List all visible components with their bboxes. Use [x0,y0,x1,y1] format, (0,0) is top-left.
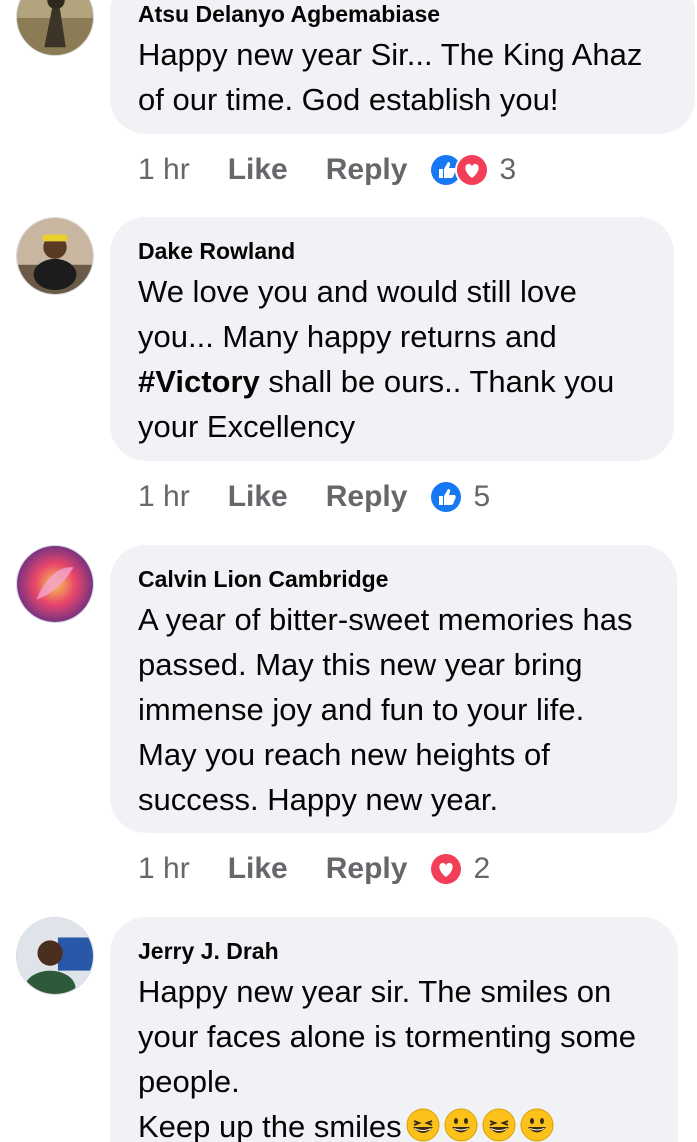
reply-button[interactable]: Reply [326,480,408,514]
reactions-summary[interactable]: 2 [429,852,490,886]
grinning-squinting-face-icon [406,1108,440,1142]
avatar[interactable] [16,217,94,295]
comment-bubble: Dake Rowland We love you and would still… [110,217,674,461]
reply-button[interactable]: Reply [326,852,408,886]
comment-author[interactable]: Calvin Lion Cambridge [138,565,651,593]
comment-bubble: Atsu Delanyo Agbemabiase Happy new year … [110,0,695,134]
comment-bubble: Jerry J. Drah Happy new year sir. The sm… [110,917,678,1142]
reaction-count: 3 [499,153,517,186]
comment-author[interactable]: Atsu Delanyo Agbemabiase [138,0,669,28]
comment-text-part: Keep up the smiles [138,1109,402,1142]
reaction-count: 5 [473,480,491,513]
love-reaction-icon [455,153,490,187]
reply-button[interactable]: Reply [326,153,408,187]
comment-bubble: Calvin Lion Cambridge A year of bitter-s… [110,545,677,833]
comments-thread: Atsu Delanyo Agbemabiase Happy new year … [0,0,697,1142]
like-button[interactable]: Like [228,480,288,514]
comment-text: Happy new year sir. The smiles on your f… [138,969,652,1142]
comment-text-line: Keep up the smiles [138,1104,652,1142]
comment-timestamp[interactable]: 1 hr [138,480,190,514]
comment-text-line: Happy new year sir. The smiles on your f… [138,974,636,1099]
hashtag-link[interactable]: #Victory [138,364,260,399]
comment-timestamp[interactable]: 1 hr [138,852,190,886]
comment-actions: 1 hr Like Reply 2 [138,849,490,889]
comment-actions: 1 hr Like Reply 5 [138,477,490,517]
grinning-face-icon [520,1108,554,1142]
reaction-count: 2 [473,852,491,885]
love-reaction-icon [429,852,464,886]
like-button[interactable]: Like [228,852,288,886]
reactions-summary[interactable]: 3 [429,153,516,187]
comment-text: A year of bitter-sweet memories has pass… [138,602,633,817]
like-button[interactable]: Like [228,153,288,187]
avatar[interactable] [16,545,94,623]
comment-author[interactable]: Jerry J. Drah [138,937,652,965]
comment-actions: 1 hr Like Reply 3 [138,150,516,190]
grinning-squinting-face-icon [482,1108,516,1142]
comment-author[interactable]: Dake Rowland [138,237,648,265]
comment-text: We love you and would still love you... … [138,269,648,449]
avatar[interactable] [16,0,94,56]
comment-text-part: We love you and would still love you... … [138,274,577,354]
comment-timestamp[interactable]: 1 hr [138,153,190,187]
grinning-face-icon [444,1108,478,1142]
reactions-summary[interactable]: 5 [429,480,490,514]
avatar[interactable] [16,917,94,995]
like-reaction-icon [429,480,464,514]
comment-text: Happy new year Sir... The King Ahaz of o… [138,37,643,117]
